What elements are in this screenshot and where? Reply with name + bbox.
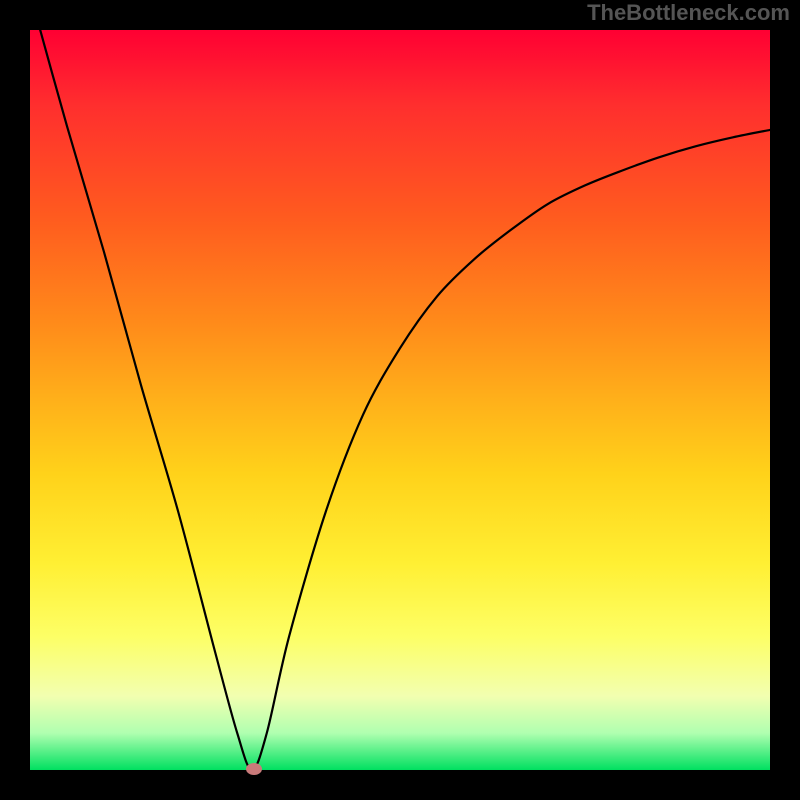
watermark-text: TheBottleneck.com <box>587 0 790 26</box>
bottleneck-curve <box>30 30 770 770</box>
chart-container: TheBottleneck.com <box>0 0 800 800</box>
minimum-marker <box>246 763 262 775</box>
plot-area <box>30 30 770 770</box>
curve-svg <box>30 30 770 770</box>
